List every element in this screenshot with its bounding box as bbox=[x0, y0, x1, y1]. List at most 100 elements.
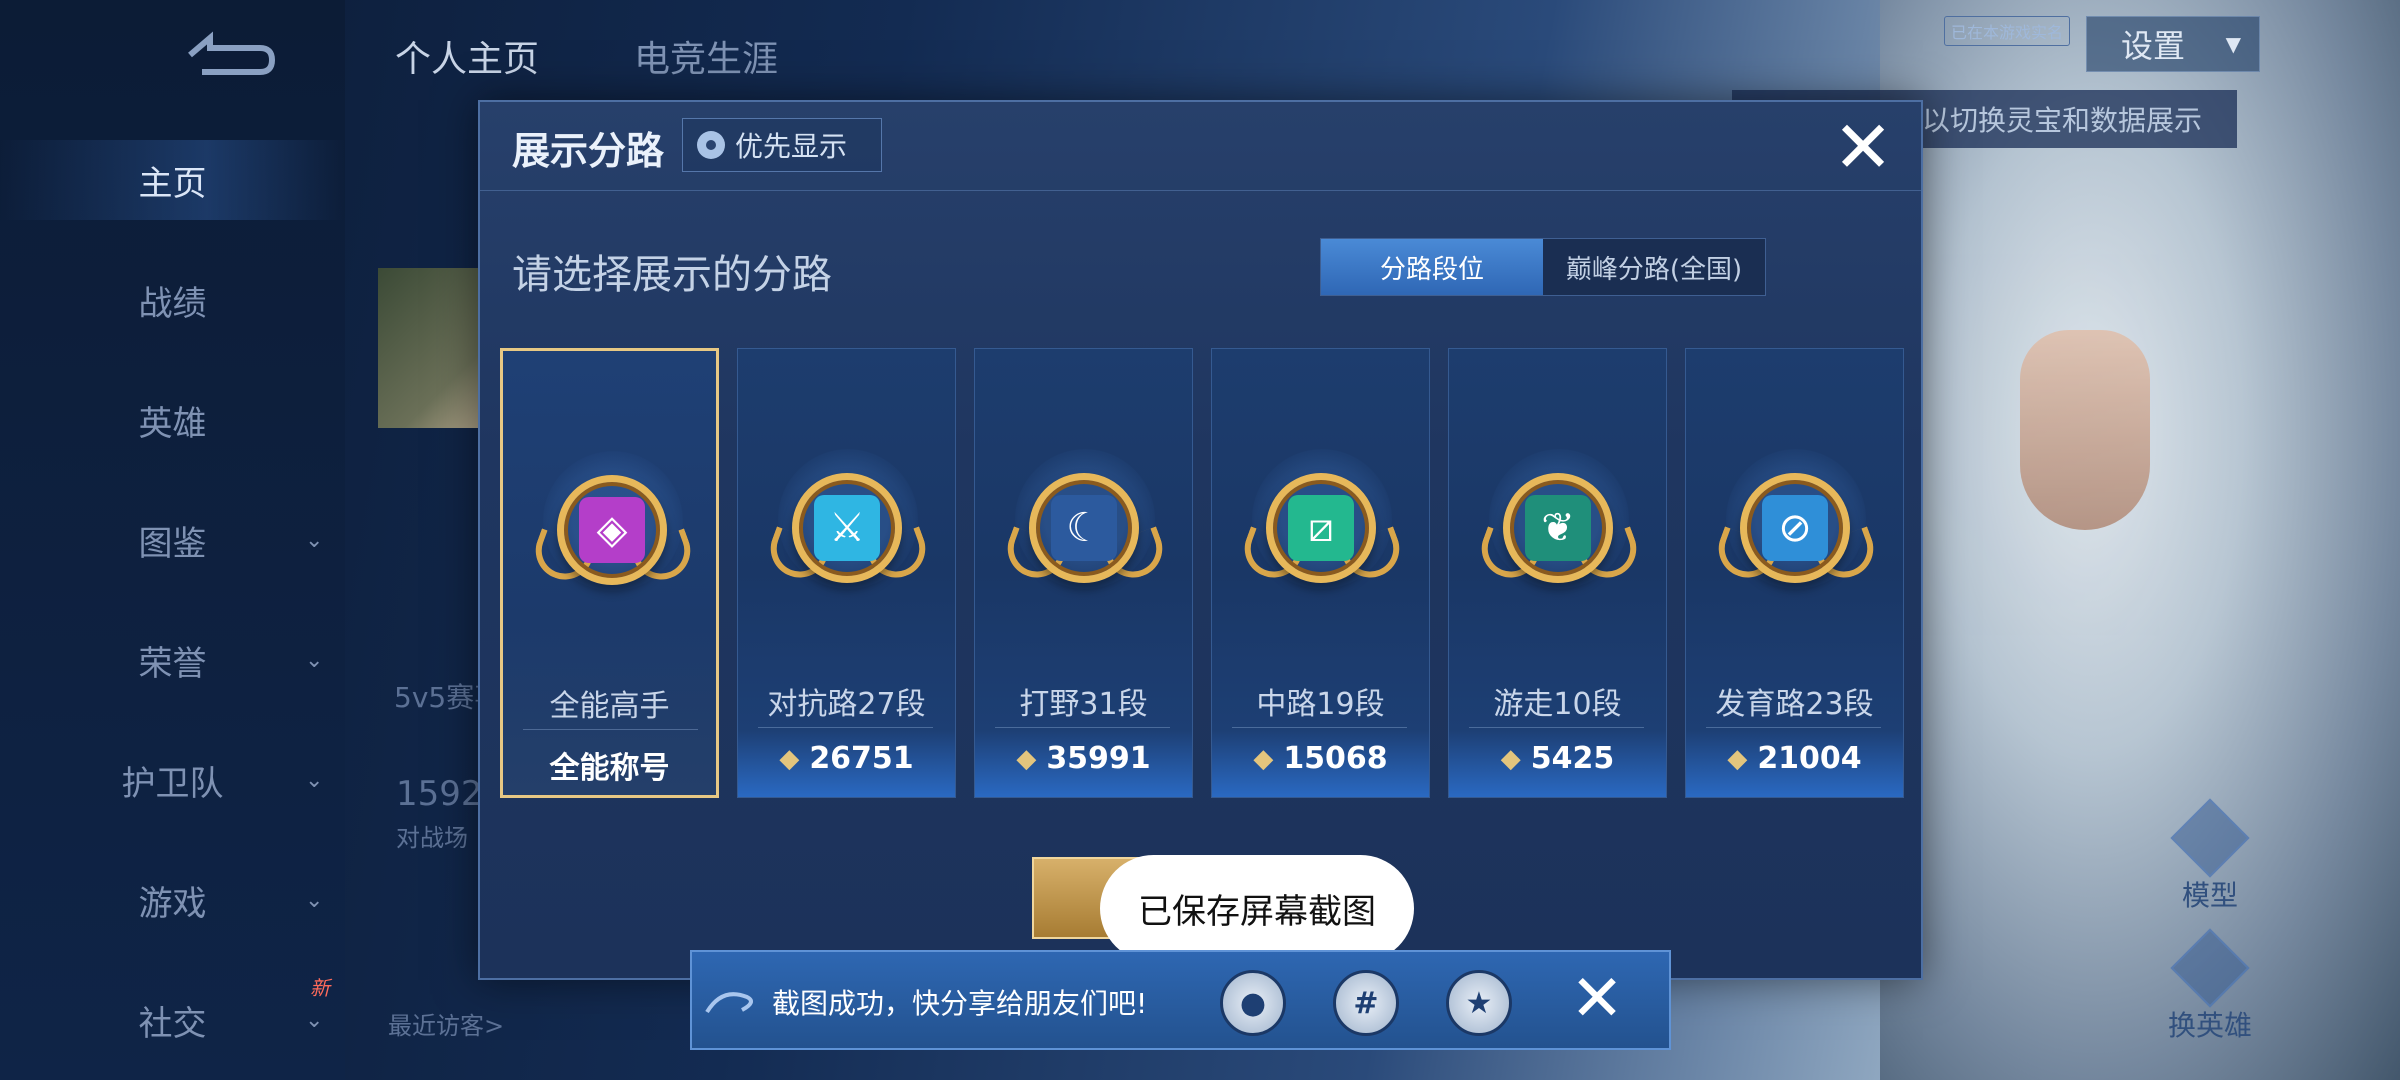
settings-label: 设置 bbox=[2121, 27, 2186, 65]
screenshot-toast: 已保存屏幕截图 bbox=[1100, 855, 1414, 962]
model-label: 模型 bbox=[2181, 879, 2238, 912]
sidebar-item-label: 游戏 bbox=[138, 883, 207, 924]
card-divider bbox=[758, 727, 933, 728]
chevron-down-icon: ⌄ bbox=[305, 767, 324, 793]
sidebar-item-7[interactable]: 社交 ⌄ bbox=[0, 980, 345, 1060]
sidebar-item-1[interactable]: 战绩 bbox=[0, 260, 345, 340]
lane-label: 对抗路27段 bbox=[767, 687, 926, 722]
model-button[interactable]: 模型 bbox=[2170, 798, 2250, 914]
rank-points-icon: ◆ bbox=[1727, 743, 1748, 774]
farm-lane-badge-icon: ⊘ bbox=[1740, 473, 1850, 583]
lane-value-text: 35991 bbox=[1046, 741, 1151, 776]
card-divider bbox=[995, 727, 1170, 728]
card-divider bbox=[523, 729, 698, 730]
lane-label: 发育路23段 bbox=[1715, 687, 1874, 722]
chevron-down-icon: ⌄ bbox=[305, 887, 324, 913]
share-bar: 截图成功，快分享给朋友们吧! ● # ★ ✕ bbox=[690, 950, 1671, 1050]
battle-count-caption: 对战场 bbox=[396, 824, 468, 852]
card-divider bbox=[1232, 727, 1407, 728]
dialog-subtitle: 请选择展示的分路 bbox=[512, 252, 832, 298]
settings-dropdown[interactable]: 设置 ▼ bbox=[2086, 16, 2260, 72]
sidebar-item-label: 主页 bbox=[138, 163, 207, 204]
chevron-down-icon: ⌄ bbox=[305, 527, 324, 553]
change-hero-label: 换英雄 bbox=[2167, 1009, 2252, 1042]
mid-lane-badge-icon: ⧄ bbox=[1266, 473, 1376, 583]
sidebar-item-0[interactable]: 主页 bbox=[0, 140, 345, 220]
mid-lane-emblem-icon: ⧄ bbox=[1288, 495, 1354, 561]
model-icon bbox=[2170, 798, 2250, 878]
close-icon[interactable]: ✕ bbox=[1828, 111, 1898, 183]
lane-value: 全能称号 bbox=[503, 743, 716, 787]
jungle-emblem-icon: ☾ bbox=[1051, 495, 1117, 561]
lane-card-mid-lane[interactable]: ⧄ 中路19段 ◆ 15068 bbox=[1211, 348, 1430, 798]
sidebar-item-5[interactable]: 护卫队 ⌄ bbox=[0, 740, 345, 820]
tab-esports-career[interactable]: 电竞生涯 bbox=[634, 30, 778, 82]
header-divider bbox=[480, 190, 1921, 191]
lane-value-text: 15068 bbox=[1283, 741, 1388, 776]
rank-points-icon: ◆ bbox=[779, 743, 800, 774]
sidebar-item-2[interactable]: 英雄 bbox=[0, 380, 345, 460]
lane-value-text: 21004 bbox=[1757, 741, 1862, 776]
qq-icon[interactable]: ● bbox=[1220, 970, 1286, 1036]
lane-label: 游走10段 bbox=[1493, 687, 1622, 722]
chevron-down-icon: ⌄ bbox=[305, 1007, 324, 1033]
lane-display-dialog: 展示分路 优先显示 ✕ 请选择展示的分路 分路段位 巅峰分路(全国) ◈ 全能高… bbox=[478, 100, 1923, 980]
gear-icon bbox=[697, 131, 725, 159]
lane-card-allround[interactable]: ◈ 全能高手 全能称号 bbox=[500, 348, 719, 798]
lane-label: 全能高手 bbox=[549, 689, 670, 724]
lane-value-text: 26751 bbox=[809, 741, 914, 776]
lane-value: ◆ 5425 bbox=[1449, 741, 1666, 776]
lane-card-clash-lane[interactable]: ⚔ 对抗路27段 ◆ 26751 bbox=[737, 348, 956, 798]
recent-visitors-link[interactable]: 最近访客> bbox=[388, 1006, 504, 1041]
share-text: 截图成功，快分享给朋友们吧! bbox=[772, 987, 1148, 1020]
swirl-icon bbox=[705, 992, 753, 1014]
allround-emblem-icon: ◈ bbox=[579, 497, 645, 563]
lane-mode-toggle: 分路段位 巅峰分路(全国) bbox=[1320, 238, 1766, 296]
wechat-moments-icon[interactable]: # bbox=[1333, 970, 1399, 1036]
close-icon[interactable]: ✕ bbox=[1564, 966, 1630, 1032]
rank-points-icon: ◆ bbox=[1016, 743, 1037, 774]
sidebar-item-label: 护卫队 bbox=[121, 763, 224, 804]
lane-value: ◆ 21004 bbox=[1686, 741, 1903, 776]
lane-label: 中路19段 bbox=[1256, 687, 1385, 722]
top-tabs: 个人主页 电竞生涯 bbox=[395, 30, 778, 82]
allround-badge-icon: ◈ bbox=[557, 475, 667, 585]
farm-lane-emblem-icon: ⊘ bbox=[1762, 495, 1828, 561]
change-hero-icon bbox=[2170, 928, 2250, 1008]
roam-badge-icon: ❦ bbox=[1503, 473, 1613, 583]
sidebar-item-label: 英雄 bbox=[138, 403, 207, 444]
toggle-lane-rank[interactable]: 分路段位 bbox=[1321, 239, 1543, 295]
chevron-down-icon: ⌄ bbox=[305, 647, 324, 673]
battle-count: 1592 bbox=[396, 774, 483, 814]
sidebar-item-3[interactable]: 图鉴 ⌄ bbox=[0, 500, 345, 580]
lane-value: ◆ 35991 bbox=[975, 741, 1192, 776]
lane-value-text: 5425 bbox=[1530, 741, 1615, 776]
back-arrow-icon[interactable] bbox=[180, 30, 280, 80]
priority-display-button[interactable]: 优先显示 bbox=[682, 118, 882, 172]
jungle-badge-icon: ☾ bbox=[1029, 473, 1139, 583]
lane-value: ◆ 15068 bbox=[1212, 741, 1429, 776]
rank-points-icon: ◆ bbox=[1253, 743, 1274, 774]
card-divider bbox=[1469, 727, 1644, 728]
clash-lane-emblem-icon: ⚔ bbox=[814, 495, 880, 561]
sidebar-item-4[interactable]: 荣誉 ⌄ bbox=[0, 620, 345, 700]
priority-label: 优先显示 bbox=[735, 130, 848, 163]
dialog-title: 展示分路 bbox=[512, 129, 665, 173]
hero-background-art bbox=[1880, 0, 2400, 1080]
lane-card-roam[interactable]: ❦ 游走10段 ◆ 5425 bbox=[1448, 348, 1667, 798]
lane-card-list: ◈ 全能高手 全能称号 ⚔ 对抗路27段 ◆ 26751 ☾ 打野31段 ◆ 3… bbox=[500, 348, 1904, 798]
lane-card-jungle[interactable]: ☾ 打野31段 ◆ 35991 bbox=[974, 348, 1193, 798]
sidebar-item-label: 战绩 bbox=[138, 283, 207, 324]
sidebar-item-label: 荣誉 bbox=[138, 643, 207, 684]
sidebar-item-label: 图鉴 bbox=[138, 523, 207, 564]
lane-card-farm-lane[interactable]: ⊘ 发育路23段 ◆ 21004 bbox=[1685, 348, 1904, 798]
change-hero-button[interactable]: 换英雄 bbox=[2155, 928, 2265, 1044]
chevron-down-icon: ▼ bbox=[2225, 32, 2241, 56]
lane-label: 打野31段 bbox=[1019, 687, 1148, 722]
qzone-icon[interactable]: ★ bbox=[1446, 970, 1512, 1036]
tab-personal-home[interactable]: 个人主页 bbox=[395, 30, 539, 82]
sidebar: 主页 战绩 英雄 图鉴 ⌄ 荣誉 ⌄ 护卫队 ⌄ 游戏 ⌄ 社交 ⌄ 新 bbox=[0, 0, 345, 1080]
rank-points-icon: ◆ bbox=[1500, 743, 1521, 774]
sidebar-item-6[interactable]: 游戏 ⌄ bbox=[0, 860, 345, 940]
toggle-peak-lane[interactable]: 巅峰分路(全国) bbox=[1543, 239, 1765, 295]
